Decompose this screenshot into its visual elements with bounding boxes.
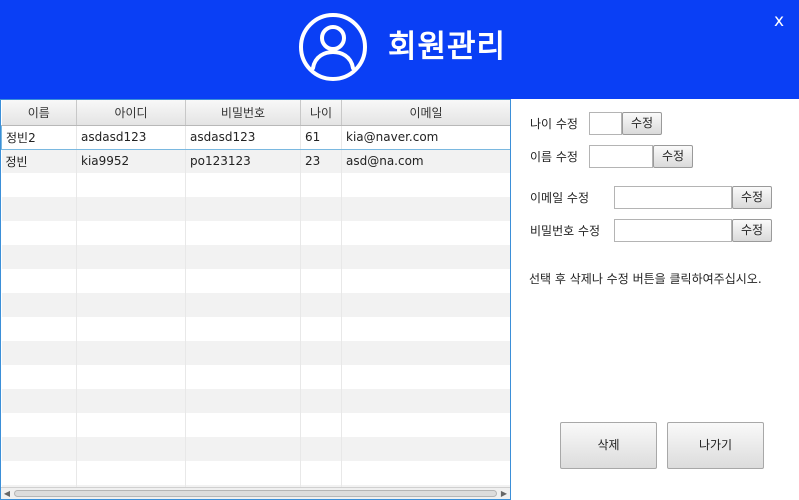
empty-row bbox=[1, 437, 510, 461]
empty-row bbox=[1, 389, 510, 413]
email-edit-input[interactable] bbox=[614, 186, 732, 209]
password-edit-input[interactable] bbox=[614, 219, 732, 242]
name-edit-input[interactable] bbox=[589, 145, 653, 168]
empty-row bbox=[1, 197, 510, 221]
delete-button[interactable]: 삭제 bbox=[560, 422, 657, 469]
instruction-text: 선택 후 삭제나 수정 버튼을 클릭하여주십시오. bbox=[529, 272, 762, 286]
exit-button[interactable]: 나가기 bbox=[667, 422, 764, 469]
member-table: 이름 아이디 비밀번호 나이 이메일 정빈2 asdasd123 asdasd1… bbox=[1, 100, 510, 499]
column-header-name[interactable]: 이름 bbox=[1, 100, 77, 126]
age-edit-input[interactable] bbox=[589, 112, 622, 135]
column-header-id[interactable]: 아이디 bbox=[76, 100, 186, 126]
cell-password[interactable]: asdasd123 bbox=[185, 124, 301, 150]
empty-row bbox=[1, 221, 510, 245]
header-bar: 회원관리 x bbox=[0, 0, 799, 99]
cell-id[interactable]: asdasd123 bbox=[76, 124, 186, 150]
password-edit-button[interactable]: 수정 bbox=[732, 219, 772, 242]
table-header-row: 이름 아이디 비밀번호 나이 이메일 bbox=[1, 100, 510, 126]
cell-age[interactable]: 23 bbox=[300, 149, 342, 173]
empty-row bbox=[1, 317, 510, 341]
empty-row bbox=[1, 365, 510, 389]
empty-row bbox=[1, 461, 510, 485]
cell-name[interactable]: 정빈 bbox=[1, 149, 77, 173]
user-icon bbox=[299, 13, 367, 81]
age-edit-label: 나이 수정 bbox=[530, 117, 578, 131]
cell-id[interactable]: kia9952 bbox=[76, 149, 186, 173]
name-edit-label: 이름 수정 bbox=[530, 150, 578, 164]
cell-email[interactable]: asd@na.com bbox=[341, 149, 510, 173]
table-row[interactable]: 정빈2 asdasd123 asdasd123 61 kia@naver.com bbox=[1, 124, 510, 150]
scroll-left-icon[interactable]: ◀ bbox=[1, 488, 13, 499]
email-edit-button[interactable]: 수정 bbox=[732, 186, 772, 209]
cell-age[interactable]: 61 bbox=[300, 124, 342, 150]
column-header-email[interactable]: 이메일 bbox=[341, 100, 510, 126]
empty-row bbox=[1, 413, 510, 437]
empty-row bbox=[1, 269, 510, 293]
scrollbar-thumb[interactable] bbox=[14, 490, 497, 497]
close-button[interactable]: x bbox=[769, 9, 789, 33]
member-table-panel: 이름 아이디 비밀번호 나이 이메일 정빈2 asdasd123 asdasd1… bbox=[0, 99, 511, 500]
name-edit-button[interactable]: 수정 bbox=[653, 145, 693, 168]
empty-row bbox=[1, 293, 510, 317]
empty-row bbox=[1, 245, 510, 269]
horizontal-scrollbar[interactable]: ◀ ▶ bbox=[1, 487, 510, 499]
password-edit-label: 비밀번호 수정 bbox=[530, 224, 601, 238]
column-header-password[interactable]: 비밀번호 bbox=[185, 100, 301, 126]
table-row[interactable]: 정빈 kia9952 po123123 23 asd@na.com bbox=[1, 149, 510, 173]
email-edit-label: 이메일 수정 bbox=[530, 191, 590, 205]
cell-email[interactable]: kia@naver.com bbox=[341, 124, 510, 150]
empty-row bbox=[1, 341, 510, 365]
cell-name[interactable]: 정빈2 bbox=[1, 124, 77, 150]
scroll-right-icon[interactable]: ▶ bbox=[498, 488, 510, 499]
age-edit-button[interactable]: 수정 bbox=[622, 112, 662, 135]
cell-password[interactable]: po123123 bbox=[185, 149, 301, 173]
column-header-age[interactable]: 나이 bbox=[300, 100, 342, 126]
empty-row bbox=[1, 173, 510, 197]
page-title: 회원관리 bbox=[388, 29, 507, 65]
